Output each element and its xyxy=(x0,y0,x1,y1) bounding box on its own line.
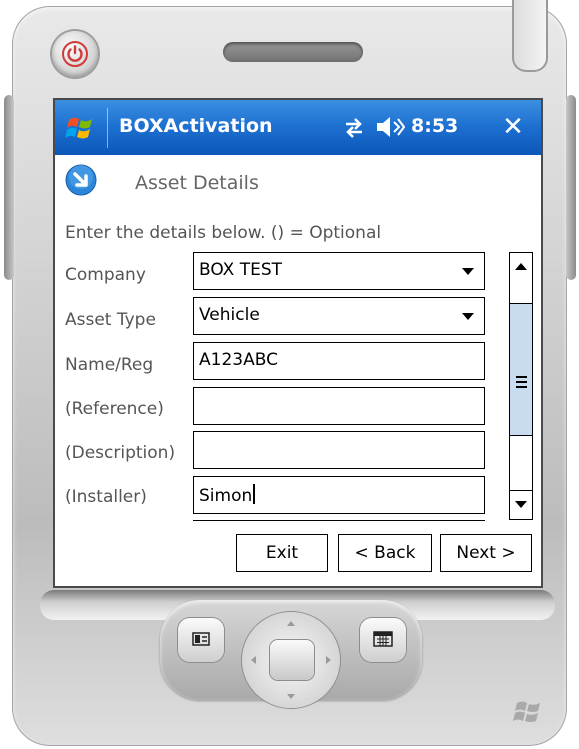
page-header: Asset Details xyxy=(55,155,541,203)
installer-label: (Installer) xyxy=(65,487,147,507)
left-softkey-button[interactable] xyxy=(178,618,224,662)
clock[interactable]: 8:53 xyxy=(411,115,458,137)
action-button[interactable] xyxy=(270,640,314,680)
power-button[interactable] xyxy=(52,31,98,77)
scroll-track-upper[interactable] xyxy=(510,281,532,304)
asset-type-value: Vehicle xyxy=(199,305,260,325)
back-button[interactable]: < Back xyxy=(338,534,432,572)
calendar-icon xyxy=(373,631,393,647)
scroll-track-lower[interactable] xyxy=(510,435,532,492)
arrow-down-icon xyxy=(515,501,527,508)
next-button[interactable]: Next > xyxy=(440,534,532,572)
chevron-down-icon xyxy=(462,313,474,320)
scroll-grip-icon[interactable] xyxy=(516,376,527,388)
reference-field[interactable] xyxy=(193,387,485,425)
scroll-up-button[interactable] xyxy=(510,253,532,282)
power-icon xyxy=(62,41,88,67)
windows-start-icon[interactable] xyxy=(63,110,99,146)
installer-value-wrap: Simon xyxy=(199,484,256,506)
device-screen: BOXActivation 8:53 ✕ Asset Details Enter… xyxy=(53,98,543,588)
form-divider xyxy=(193,520,485,521)
arrow-up-icon xyxy=(515,263,527,270)
name-reg-field[interactable]: A123ABC xyxy=(193,342,485,380)
right-softkey-button[interactable] xyxy=(360,618,406,662)
company-value: BOX TEST xyxy=(199,260,283,280)
stylus-slot xyxy=(512,0,548,72)
side-grip-left xyxy=(4,95,14,280)
app-title: BOXActivation xyxy=(119,115,273,137)
name-reg-value: A123ABC xyxy=(199,350,278,370)
reference-label: (Reference) xyxy=(65,399,164,419)
asset-type-dropdown[interactable]: Vehicle xyxy=(193,297,485,335)
description-label: (Description) xyxy=(65,443,176,463)
asset-type-label: Asset Type xyxy=(65,310,156,330)
windows-logo-icon xyxy=(513,701,540,722)
speaker-grille xyxy=(223,42,363,62)
installer-value: Simon xyxy=(199,486,253,506)
scroll-down-button[interactable] xyxy=(510,490,532,519)
volume-icon[interactable] xyxy=(375,114,405,140)
side-grip-right xyxy=(566,95,576,280)
exit-button[interactable]: Exit xyxy=(236,534,328,572)
chevron-down-icon xyxy=(462,268,474,275)
text-caret xyxy=(253,484,256,504)
installer-field[interactable]: Simon xyxy=(193,476,485,514)
contacts-icon xyxy=(192,632,210,646)
arrow-down-right-icon xyxy=(65,164,97,196)
company-dropdown[interactable]: BOX TEST xyxy=(193,252,485,290)
description-field[interactable] xyxy=(193,431,485,469)
connectivity-icon[interactable] xyxy=(340,116,368,140)
page-title: Asset Details xyxy=(135,172,259,194)
company-label: Company xyxy=(65,265,146,285)
name-reg-label: Name/Reg xyxy=(65,355,154,375)
title-separator xyxy=(107,108,108,148)
close-button[interactable]: ✕ xyxy=(496,111,530,143)
instructions-text: Enter the details below. () = Optional xyxy=(65,223,382,243)
title-bar: BOXActivation 8:53 ✕ xyxy=(55,100,541,155)
vertical-scrollbar[interactable] xyxy=(509,252,533,520)
